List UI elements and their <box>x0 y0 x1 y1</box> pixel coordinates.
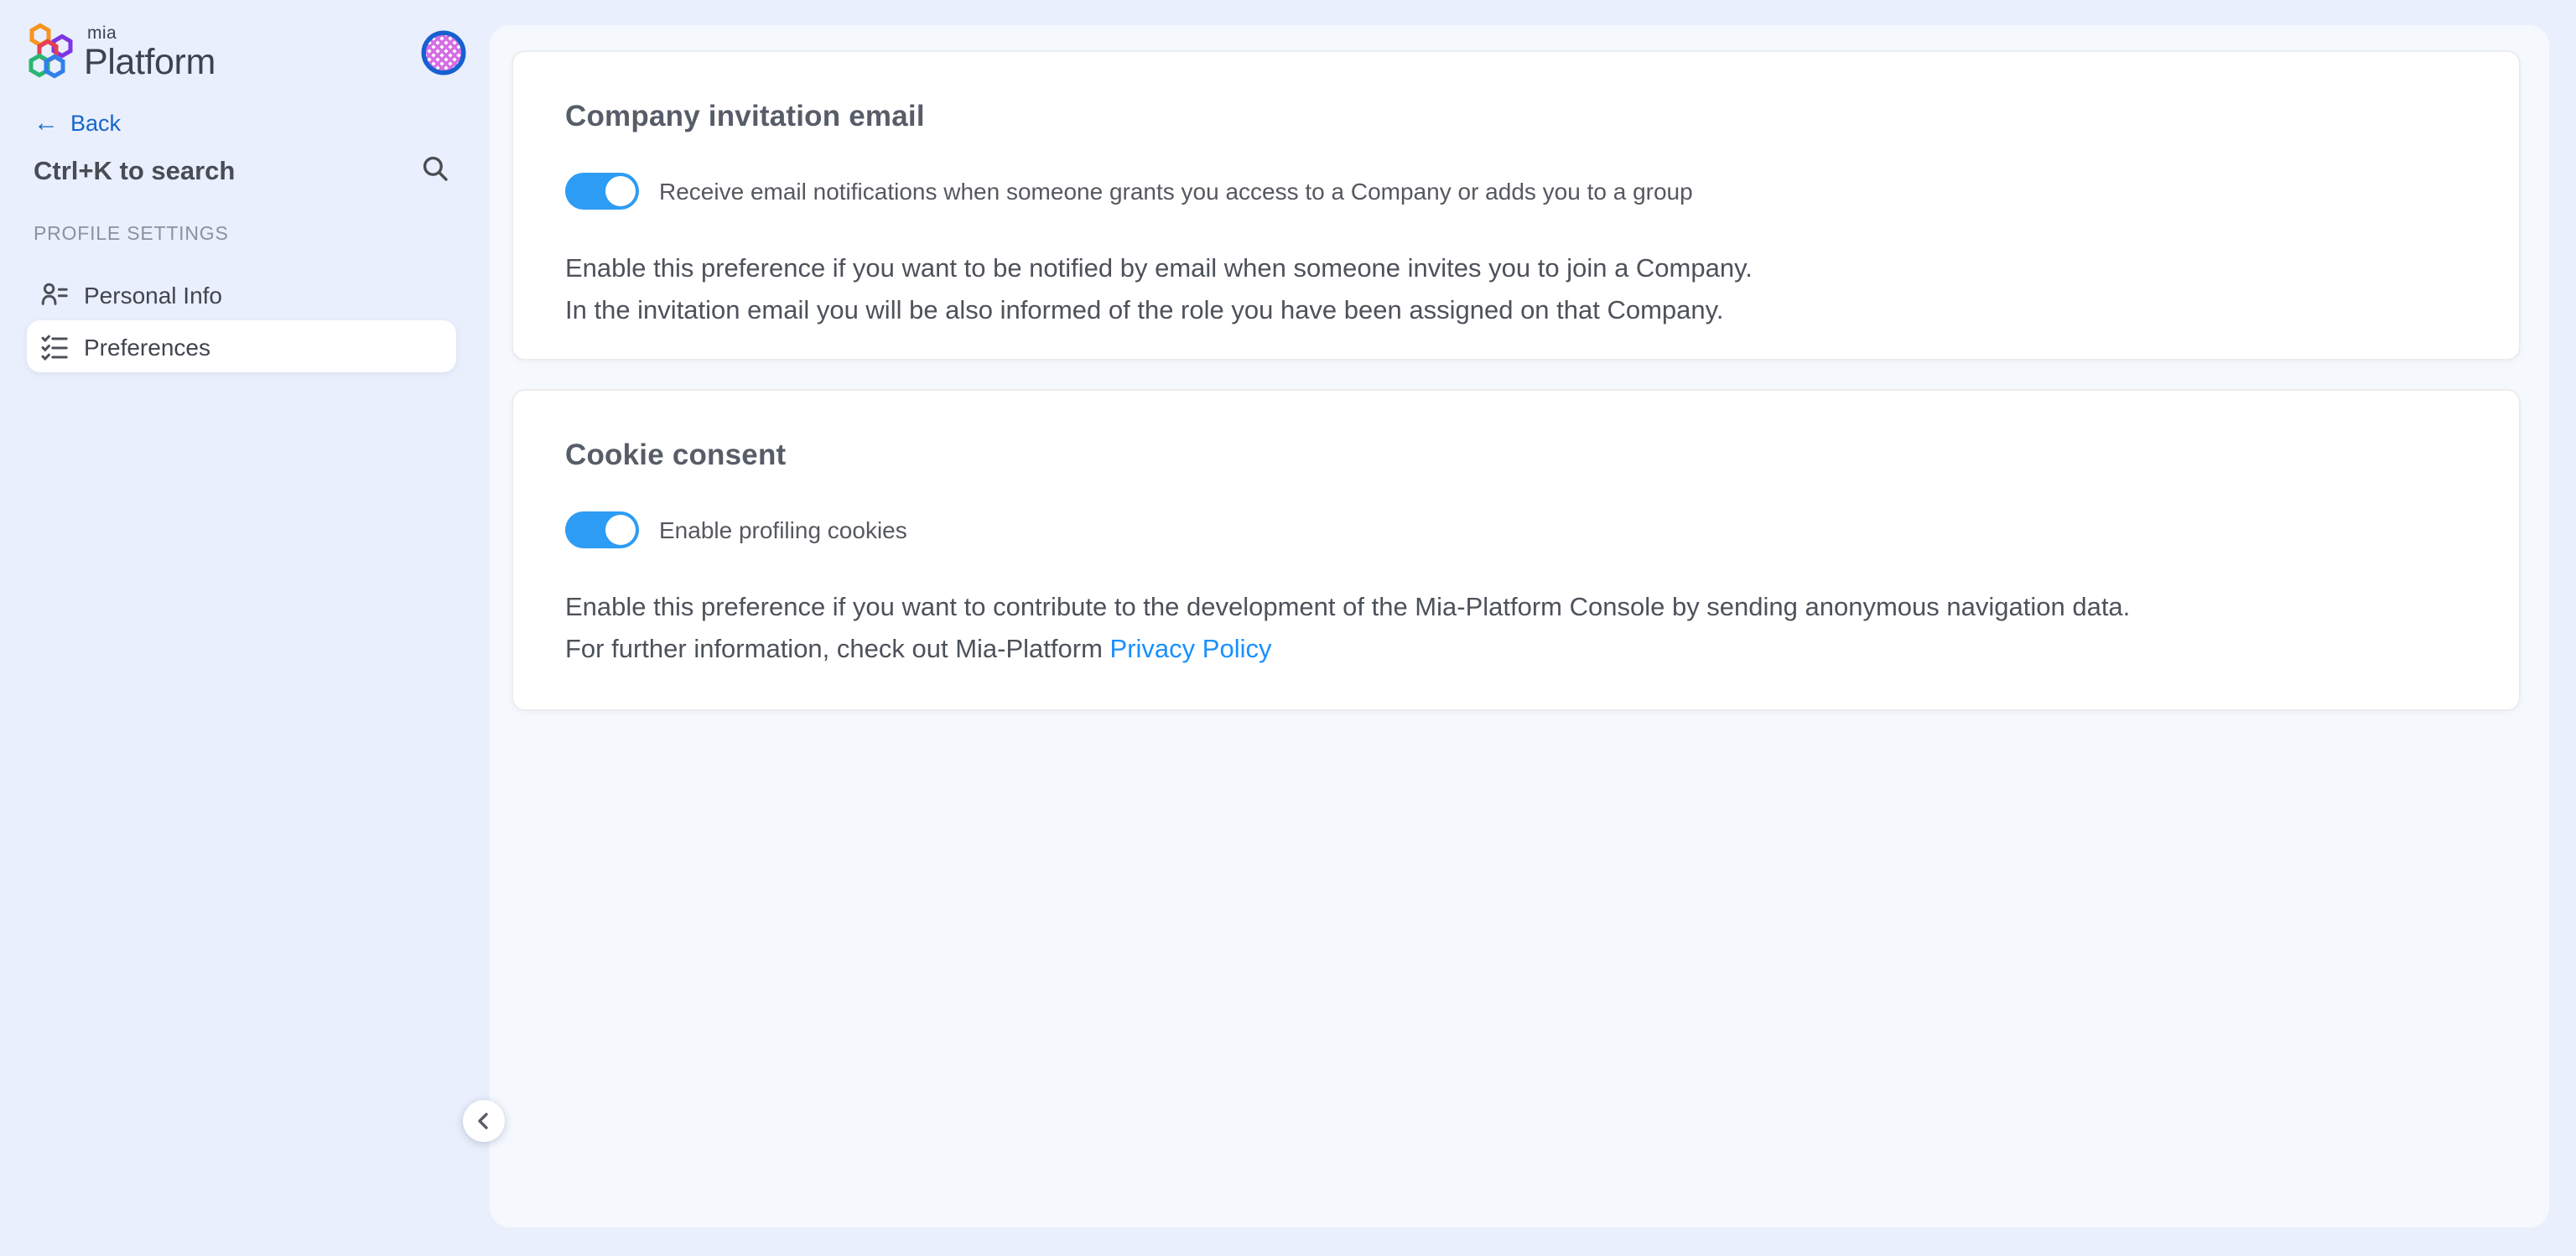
search-icon <box>421 154 449 191</box>
back-link[interactable]: ← Back <box>34 111 121 136</box>
privacy-policy-link[interactable]: Privacy Policy <box>1110 636 1272 664</box>
toggle-row: Enable profiling cookies <box>565 511 2467 548</box>
sidebar-item-preferences[interactable]: Preferences <box>27 320 456 372</box>
card-cookie-consent: Cookie consent Enable profiling cookies … <box>512 389 2521 711</box>
toggle-label: Receive email notifications when someone… <box>659 178 1693 205</box>
arrow-left-icon: ← <box>34 111 59 136</box>
company-invitation-email-toggle[interactable] <box>565 173 639 210</box>
toggle-knob <box>605 515 636 545</box>
app-root: mia Platform ← Back Ctrl+K to search <box>0 0 2576 1256</box>
logo-text-platform: Platform <box>84 44 216 80</box>
description-line: For further information, check out Mia-P… <box>565 636 1110 664</box>
card-company-invitation-email: Company invitation email Receive email n… <box>512 50 2521 361</box>
main-content-panel: Company invitation email Receive email n… <box>490 25 2549 1227</box>
description-line: Enable this preference if you want to co… <box>565 594 2130 622</box>
card-description: Enable this preference if you want to be… <box>565 248 2467 332</box>
mia-platform-hexagons-icon <box>23 22 79 87</box>
sidebar-collapse-button[interactable] <box>463 1100 505 1142</box>
mia-platform-logo: mia Platform <box>23 22 216 87</box>
user-with-lines-icon <box>40 280 69 309</box>
sidebar-item-personal-info[interactable]: Personal Info <box>27 268 456 320</box>
sidebar-item-label: Personal Info <box>84 281 222 308</box>
sidebar: mia Platform ← Back Ctrl+K to search <box>0 0 490 1256</box>
search-bar[interactable]: Ctrl+K to search <box>34 154 449 191</box>
search-placeholder: Ctrl+K to search <box>34 158 235 188</box>
description-line: In the invitation email you will be also… <box>565 297 1723 325</box>
toggle-row: Receive email notifications when someone… <box>565 173 2467 210</box>
back-link-label: Back <box>70 111 121 136</box>
card-description: Enable this preference if you want to co… <box>565 587 2467 671</box>
card-title: Company invitation email <box>565 96 2467 136</box>
checklist-icon <box>40 332 69 361</box>
logo-wordmark: mia Platform <box>84 22 216 80</box>
card-title: Cookie consent <box>565 434 2467 475</box>
logo-text-mia: mia <box>87 25 216 43</box>
sidebar-item-label: Preferences <box>84 333 210 360</box>
user-avatar[interactable] <box>421 30 466 75</box>
chevron-left-icon <box>473 1110 495 1132</box>
profiling-cookies-toggle[interactable] <box>565 511 639 548</box>
toggle-knob <box>605 176 636 206</box>
description-line: Enable this preference if you want to be… <box>565 255 1753 283</box>
section-label-profile-settings: PROFILE SETTINGS <box>34 225 229 245</box>
toggle-label: Enable profiling cookies <box>659 516 907 543</box>
